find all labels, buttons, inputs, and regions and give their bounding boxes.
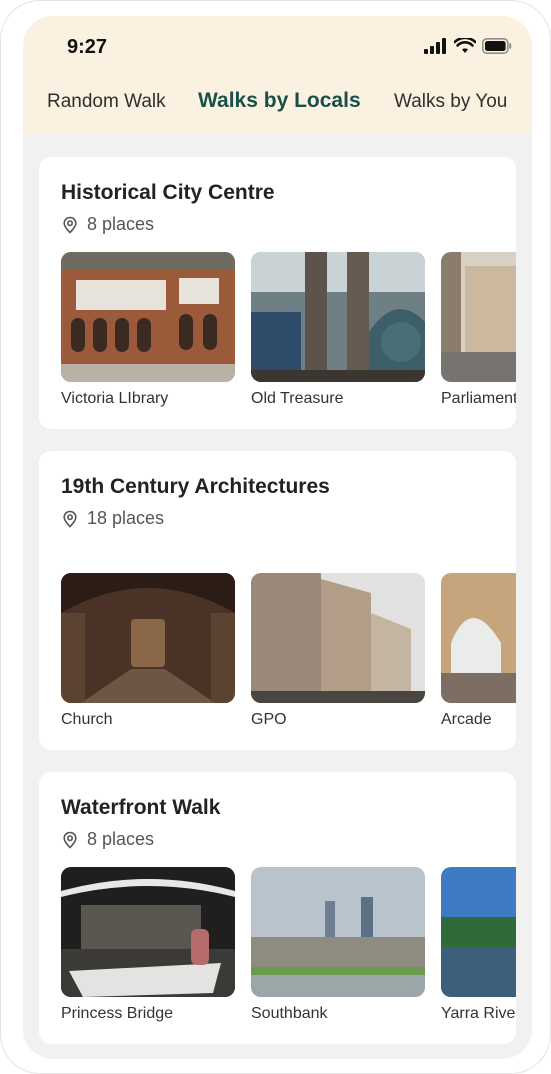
walk-card[interactable]: 19th Century Architectures 18 places Chu… xyxy=(39,451,516,750)
place-photo xyxy=(251,867,425,997)
place-photo xyxy=(61,252,235,382)
place-photo xyxy=(251,252,425,382)
walk-place-count: 18 places xyxy=(61,508,164,529)
place-photo xyxy=(441,252,516,382)
place-name: Arcade xyxy=(441,711,492,728)
tab-walks-by-locals[interactable]: Walks by Locals xyxy=(198,89,361,113)
places-carousel[interactable]: Princess Bridge Southbank Yarra River xyxy=(61,867,516,1027)
header: 9:27 Random Walk Walks by Locals Walks b… xyxy=(23,16,532,134)
place-photo xyxy=(441,573,516,703)
place-item[interactable]: GPO xyxy=(251,573,425,729)
place-item[interactable]: Victoria LIbrary xyxy=(61,252,235,408)
place-photo xyxy=(251,573,425,703)
walk-place-count: 8 places xyxy=(61,829,154,850)
place-count-text: 8 places xyxy=(87,214,155,234)
place-item[interactable]: Southbank xyxy=(251,867,425,1023)
place-item[interactable]: Yarra River xyxy=(441,867,516,1023)
status-icons xyxy=(424,38,512,54)
tab-bar: Random Walk Walks by Locals Walks by You xyxy=(23,86,532,120)
place-name: Yarra River xyxy=(441,1005,516,1022)
place-name: GPO xyxy=(251,711,287,728)
walk-card[interactable]: Waterfront Walk 8 places Princess Bridge… xyxy=(39,772,516,1044)
place-name: Princess Bridge xyxy=(61,1005,174,1022)
place-item[interactable]: Old Treasure xyxy=(251,252,425,408)
location-pin-icon xyxy=(63,831,77,849)
tab-walks-by-you[interactable]: Walks by You xyxy=(394,91,507,113)
walk-card[interactable]: Historical City Centre 8 places Victoria… xyxy=(39,157,516,429)
place-photo xyxy=(61,573,235,703)
places-carousel[interactable]: Victoria LIbrary Old Treasure Parliament xyxy=(61,252,516,412)
location-pin-icon xyxy=(63,216,77,234)
place-item[interactable]: Princess Bridge xyxy=(61,867,235,1023)
tab-random-walk[interactable]: Random Walk xyxy=(47,91,166,113)
places-carousel[interactable]: Church GPO Arcade xyxy=(61,573,516,733)
place-photo xyxy=(441,867,516,997)
place-item[interactable]: Church xyxy=(61,573,235,729)
walk-title: Waterfront Walk xyxy=(61,796,221,819)
place-photo xyxy=(61,867,235,997)
app-screen: 9:27 Random Walk Walks by Locals Walks b… xyxy=(23,16,532,1059)
wifi-icon xyxy=(454,38,476,53)
signal-icon xyxy=(424,38,446,54)
status-time: 9:27 xyxy=(67,36,108,58)
walk-place-count: 8 places xyxy=(61,214,154,235)
battery-icon xyxy=(482,38,512,54)
walk-title: Historical City Centre xyxy=(61,181,275,204)
place-count-text: 8 places xyxy=(87,829,155,849)
place-name: Victoria LIbrary xyxy=(61,390,169,407)
place-name: Church xyxy=(61,711,113,728)
place-count-text: 18 places xyxy=(87,508,165,528)
place-item[interactable]: Arcade xyxy=(441,573,516,729)
location-pin-icon xyxy=(63,510,77,528)
walk-title: 19th Century Architectures xyxy=(61,475,330,498)
place-name: Old Treasure xyxy=(251,390,344,407)
place-item[interactable]: Parliament xyxy=(441,252,516,408)
place-name: Parliament xyxy=(441,390,516,407)
device-frame: 9:27 Random Walk Walks by Locals Walks b… xyxy=(0,0,551,1074)
place-name: Southbank xyxy=(251,1005,328,1022)
